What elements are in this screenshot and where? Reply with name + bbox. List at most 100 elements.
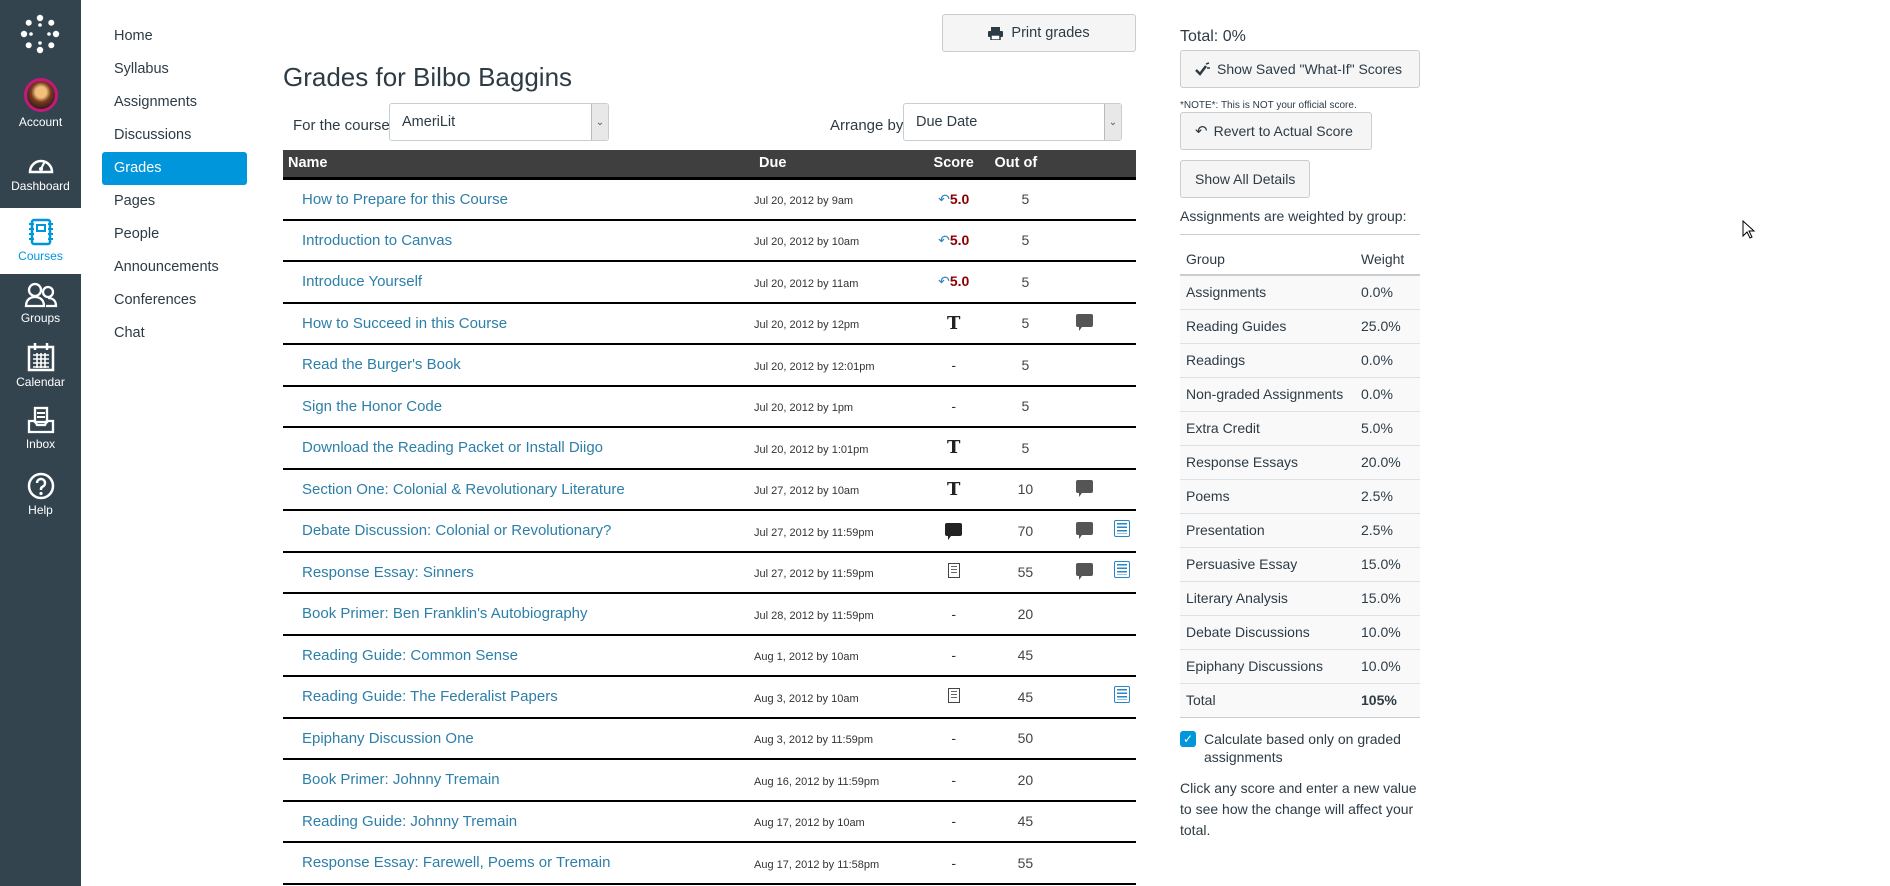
grade-row: Debate Discussion: Colonial or Revolutio… (283, 510, 1136, 553)
show-all-details-button[interactable]: Show All Details (1180, 160, 1311, 198)
score-value[interactable]: - (951, 606, 956, 622)
score-cell[interactable]: - (917, 842, 990, 885)
revert-arrow-icon[interactable]: ↶ (938, 273, 950, 289)
document-icon[interactable] (947, 563, 960, 579)
score-value[interactable]: 5.0 (950, 191, 969, 207)
score-cell[interactable]: ↶5.0 (917, 261, 990, 304)
assignment-link[interactable]: Book Primer: Johnny Tremain (302, 771, 500, 788)
score-cell[interactable]: - (917, 593, 990, 636)
assignment-name-cell: Response Essay: Farewell, Poems or Trema… (283, 842, 755, 885)
score-value[interactable]: 5.0 (950, 232, 969, 248)
score-cell[interactable]: ↶5.0 (917, 219, 990, 262)
assignment-link[interactable]: Sign the Honor Code (302, 398, 442, 415)
revert-arrow-icon[interactable]: ↶ (938, 232, 950, 248)
score-cell[interactable]: - (917, 759, 990, 802)
score-cell[interactable]: T (917, 302, 990, 345)
grade-row: Reading Guide: Johnny Tremain Aug 17, 201… (283, 800, 1136, 843)
score-cell[interactable]: T (917, 427, 990, 470)
score-cell[interactable]: T (917, 468, 990, 511)
weight-row: Reading Guides 25.0% (1180, 309, 1420, 344)
rubric-cell (1107, 842, 1136, 885)
score-value[interactable]: - (951, 772, 956, 788)
column-header-due[interactable]: Due (754, 150, 918, 180)
gnav-help[interactable]: Help (0, 472, 81, 528)
text-entry-icon[interactable]: T (947, 313, 960, 334)
document-icon[interactable] (947, 687, 960, 703)
score-value[interactable]: 5.0 (950, 273, 969, 289)
score-cell[interactable] (917, 551, 990, 594)
score-cell[interactable]: - (917, 634, 990, 677)
assignment-link[interactable]: Reading Guide: Johnny Tremain (302, 813, 517, 830)
comment-icon[interactable] (1075, 521, 1093, 539)
course-nav-home[interactable]: Home (102, 20, 247, 53)
score-cell[interactable]: - (917, 344, 990, 387)
course-nav-syllabus[interactable]: Syllabus (102, 53, 247, 86)
course-nav-people[interactable]: People (102, 218, 247, 251)
out-of: 5 (989, 302, 1062, 345)
assignment-link[interactable]: Epiphany Discussion One (302, 730, 474, 747)
assignment-link[interactable]: How to Prepare for this Course (302, 191, 508, 208)
assignment-link[interactable]: Response Essay: Sinners (302, 564, 474, 581)
assignment-link[interactable]: Introduce Yourself (302, 273, 422, 290)
score-cell[interactable]: - (917, 385, 990, 428)
course-nav-chat[interactable]: Chat (102, 317, 247, 350)
show-whatif-button[interactable]: Show Saved "What-If" Scores (1180, 50, 1420, 88)
calc-graded-only[interactable]: ✓ Calculate based only on graded assignm… (1180, 730, 1420, 766)
assignment-link[interactable]: Book Primer: Ben Franklin's Autobiograph… (302, 605, 588, 622)
discussion-icon[interactable] (945, 522, 963, 540)
assignment-link[interactable]: Read the Burger's Book (302, 356, 461, 373)
gnav-calendar[interactable]: Calendar (0, 342, 81, 398)
column-header-score[interactable]: Score (917, 150, 990, 180)
assignment-link[interactable]: Reading Guide: The Federalist Papers (302, 688, 558, 705)
score-value[interactable]: - (951, 647, 956, 663)
revert-arrow-icon[interactable]: ↶ (938, 191, 950, 207)
canvas-logo-icon[interactable] (20, 14, 60, 54)
rubric-icon[interactable] (1113, 561, 1130, 579)
comment-icon[interactable] (1075, 563, 1093, 581)
assignment-link[interactable]: Introduction to Canvas (302, 232, 452, 249)
score-value[interactable]: - (951, 813, 956, 829)
comment-icon[interactable] (1075, 480, 1093, 498)
score-value[interactable]: - (951, 357, 956, 373)
text-entry-icon[interactable]: T (947, 479, 960, 500)
print-grades-button[interactable]: Print grades (942, 14, 1136, 52)
groups-icon (24, 282, 57, 308)
course-nav-grades[interactable]: Grades (102, 152, 247, 185)
course-select[interactable]: AmeriLit ⌄ (389, 103, 609, 141)
course-nav-assignments[interactable]: Assignments (102, 86, 247, 119)
comment-icon[interactable] (1075, 314, 1093, 332)
score-cell[interactable]: ↶5.0 (917, 178, 990, 221)
rubric-icon[interactable] (1113, 519, 1130, 537)
assignment-link[interactable]: Response Essay: Farewell, Poems or Trema… (302, 854, 610, 871)
column-header-name[interactable]: Name (283, 150, 755, 180)
assignment-link[interactable]: How to Succeed in this Course (302, 315, 507, 332)
assignment-link[interactable]: Download the Reading Packet or Install D… (302, 439, 603, 456)
gnav-account[interactable]: Account (0, 78, 81, 140)
score-value[interactable]: - (951, 398, 956, 414)
gnav-groups[interactable]: Groups (0, 282, 81, 334)
weight-row: Response Essays 20.0% (1180, 445, 1420, 480)
rubric-cell (1107, 219, 1136, 262)
score-value[interactable]: - (951, 730, 956, 746)
course-nav-pages[interactable]: Pages (102, 185, 247, 218)
revert-score-button[interactable]: ↶ Revert to Actual Score (1180, 112, 1372, 150)
score-cell[interactable]: - (917, 717, 990, 760)
course-nav-announcements[interactable]: Announcements (102, 251, 247, 284)
text-entry-icon[interactable]: T (947, 437, 960, 458)
gnav-dashboard[interactable]: Dashboard (0, 152, 81, 204)
calc-graded-only-checkbox[interactable]: ✓ (1180, 730, 1196, 747)
gnav-courses[interactable]: Courses (0, 208, 81, 274)
score-cell[interactable] (917, 676, 990, 719)
course-nav-conferences[interactable]: Conferences (102, 284, 247, 317)
course-nav-discussions[interactable]: Discussions (102, 119, 247, 152)
assignment-link[interactable]: Debate Discussion: Colonial or Revolutio… (302, 522, 611, 539)
assignment-link[interactable]: Reading Guide: Common Sense (302, 647, 518, 664)
assignment-link[interactable]: Section One: Colonial & Revolutionary Li… (302, 481, 625, 498)
score-cell[interactable] (917, 510, 990, 553)
column-header-out-of[interactable]: Out of (989, 150, 1062, 180)
score-cell[interactable]: - (917, 800, 990, 843)
gnav-inbox[interactable]: Inbox (0, 406, 81, 462)
arrange-select[interactable]: Due Date ⌄ (903, 103, 1122, 141)
score-value[interactable]: - (951, 855, 956, 871)
rubric-icon[interactable] (1113, 685, 1130, 703)
